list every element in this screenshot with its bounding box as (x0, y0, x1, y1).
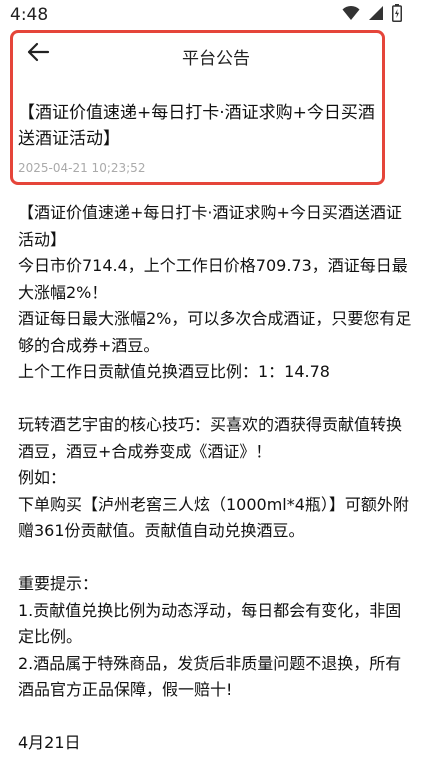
content-line (18, 386, 416, 413)
content-line: 今日市价714.4，上个工作日价格709.73，酒证每日最大涨幅2%！ (18, 256, 408, 302)
notice-title: 【酒证价值速递+每日打卡·酒证求购+今日买酒送酒证活动】 (18, 103, 375, 149)
content-line: 下单购买【泸州老窖三人炫（1000ml*4瓶）】可额外附赠361份贡献值。贡献值… (18, 494, 409, 541)
content-line: 玩转酒艺宇宙的核心技巧：买喜欢的酒获得贡献值转换酒豆，酒豆+合成券变成《酒证》！ (18, 415, 403, 461)
content-line: 1.贡献值兑换比例为动态浮动，每日都会有变化，非固定比例。 (18, 600, 402, 647)
content-line (18, 545, 416, 572)
notice-content: 【酒证价值速递+每日打卡·酒证求购+今日买酒送酒证活动】 今日市价714.4，上… (18, 200, 416, 757)
signal-icon (368, 5, 384, 25)
content-line: 重要提示： (18, 574, 99, 593)
page-title: 平台公告 (182, 49, 250, 69)
content-line: 【酒证价值速递+每日打卡·酒证求购+今日买酒送酒证活动】 (18, 203, 402, 249)
content-line (18, 704, 416, 731)
content-line: 酒证每日最大涨幅2%，可以多次合成酒证，只要您有足够的合成券+酒豆。 (18, 309, 412, 355)
notice-date: 2025-04-21 10;23;52 (18, 161, 146, 175)
status-icons (342, 4, 402, 26)
battery-icon (392, 4, 402, 26)
content-line: 例如： (18, 468, 67, 487)
content-line: 2.酒品属于特殊商品，发货后非质量问题不退换，所有酒品官方正品保障，假一赔十! (18, 653, 402, 700)
app-header: 平台公告 (0, 30, 432, 80)
status-time: 4:48 (10, 5, 49, 25)
content-line: 4月21日 (18, 733, 81, 752)
wifi-icon (342, 5, 360, 25)
content-line: 上个工作日贡献值兑换酒豆比例：1：14.78 (18, 362, 330, 381)
status-bar: 4:48 (0, 0, 432, 30)
